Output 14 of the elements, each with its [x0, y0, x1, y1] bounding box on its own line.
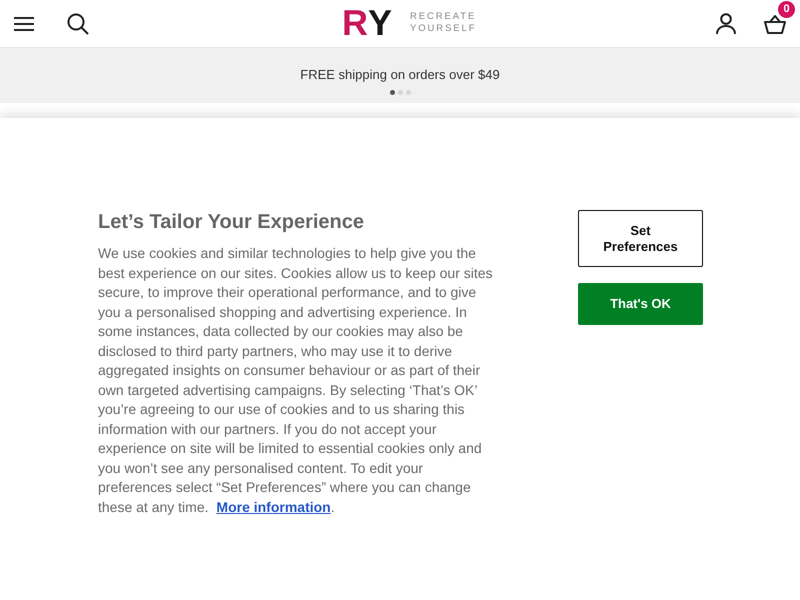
- menu-icon[interactable]: [14, 16, 34, 32]
- basket-icon[interactable]: [764, 14, 786, 34]
- accept-button[interactable]: That's OK: [578, 283, 703, 325]
- logo-tagline: RECREATE YOURSELF: [410, 11, 474, 35]
- logo-letter: Y: [368, 4, 392, 42]
- dialog-title: Let’s Tailor Your Experience: [98, 210, 366, 235]
- basket-count-badge: 0: [778, 0, 795, 18]
- logo-letter: R: [342, 4, 368, 42]
- search-icon[interactable]: [67, 12, 89, 34]
- set-preferences-button[interactable]: Set Preferences: [578, 210, 703, 267]
- user-icon[interactable]: [716, 12, 736, 34]
- consent-paragraph: We use cookies and similar technologies to help give you the best experience on our sites. Cookies allow us to keep our sites secure, to improve their operational performance, and to give you a personalised shopping and advertising experience. In some instances, data collected by our cookies may also be disclosed to third party partners, who may use it to derive aggregated insights on consumer behaviour or as part of their own targeted advertising campaigns. By selecting ‘That’s OK’ you’re agreeing to our use of cookies and to us sharing this information with our partners. If you do not accept your experience on site will be limited to essential cookies only and you won’t see any personalised content. To edit your preferences select “Set Preferences” where you can change these at any time. More information.: [98, 244, 494, 517]
- promo-text: FREE shipping on orders over $49: [300, 66, 500, 84]
- more-information-link[interactable]: More information: [216, 498, 331, 514]
